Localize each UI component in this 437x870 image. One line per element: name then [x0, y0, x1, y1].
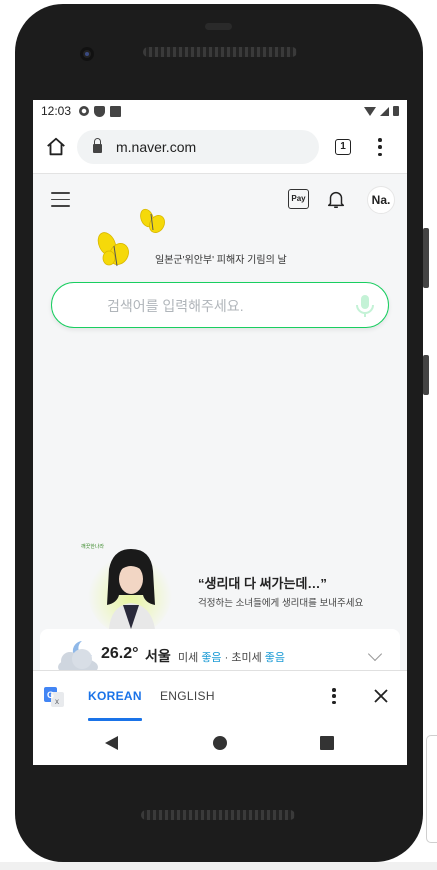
svg-text:x: x: [55, 697, 59, 706]
back-icon[interactable]: [105, 736, 118, 750]
separator: ·: [224, 652, 229, 664]
fine-dust-value: 좋음: [201, 652, 222, 664]
home-icon[interactable]: [45, 136, 67, 158]
search-box[interactable]: [51, 282, 389, 328]
hamburger-menu-icon[interactable]: [51, 192, 70, 207]
avatar[interactable]: Na.: [367, 186, 395, 214]
bottom-speaker-grille: [141, 810, 295, 820]
home-circle-icon[interactable]: [213, 736, 227, 750]
svg-text:G: G: [47, 690, 54, 700]
more-vert-icon[interactable]: [332, 688, 336, 704]
url-text: m.naver.com: [116, 139, 197, 155]
tab-english[interactable]: ENGLISH: [160, 689, 215, 703]
status-bar: 12:03: [33, 100, 407, 122]
air-quality: 미세 좋음 · 초미세 좋음: [178, 649, 285, 665]
ultrafine-dust-value: 좋음: [264, 652, 286, 664]
top-speaker-grille: [143, 47, 297, 57]
browser-toolbar: m.naver.com 1: [33, 122, 407, 174]
device-screen: 12:03 m.naver.com 1 Pay Na. 일본군'위안부' 피해자…: [33, 100, 407, 765]
power-button: [423, 355, 429, 395]
lock-icon: [93, 138, 102, 153]
volume-button: [423, 228, 429, 288]
android-nav-bar: [33, 721, 407, 765]
tab-korean[interactable]: KOREAN: [88, 689, 142, 721]
bell-icon[interactable]: [325, 188, 347, 210]
tab-switcher-button[interactable]: 1: [335, 139, 351, 155]
wifi-icon: [364, 106, 376, 116]
status-time: 12:03: [41, 104, 72, 118]
translate-bar: G x KOREAN ENGLISH: [33, 670, 407, 721]
sim-card-icon: [110, 105, 122, 117]
recent-apps-icon[interactable]: [320, 736, 334, 750]
temperature: 26.2°: [101, 645, 139, 662]
earpiece: [205, 23, 232, 30]
address-bar[interactable]: m.naver.com: [77, 130, 319, 164]
gear-icon: [79, 106, 90, 116]
ad-subtext[interactable]: 걱정하는 소녀들에게 생리대를 보내주세요: [198, 595, 363, 609]
battery-icon: [393, 106, 399, 116]
shield-icon: [94, 105, 106, 117]
bottom-strip: [0, 862, 437, 870]
ultrafine-dust-label: 초미세: [231, 652, 262, 664]
signal-icon: [380, 106, 389, 116]
doodle-caption[interactable]: 일본군'위안부' 피해자 기림의 날: [155, 251, 287, 266]
ad-banner-image[interactable]: [85, 545, 185, 629]
chevron-down-icon[interactable]: [367, 646, 383, 662]
more-vert-icon[interactable]: [378, 138, 382, 156]
front-camera: [80, 47, 94, 61]
weather-city: 서울: [145, 648, 171, 664]
mic-icon[interactable]: [354, 293, 376, 319]
ad-headline[interactable]: “생리대 다 써가는데…”: [198, 573, 327, 592]
google-translate-icon: G x: [44, 687, 64, 707]
close-icon[interactable]: [373, 688, 389, 704]
naver-pay-button[interactable]: Pay: [288, 189, 309, 209]
fine-dust-label: 미세: [178, 652, 199, 664]
edge-widget: [426, 735, 437, 843]
search-input[interactable]: [107, 295, 337, 317]
